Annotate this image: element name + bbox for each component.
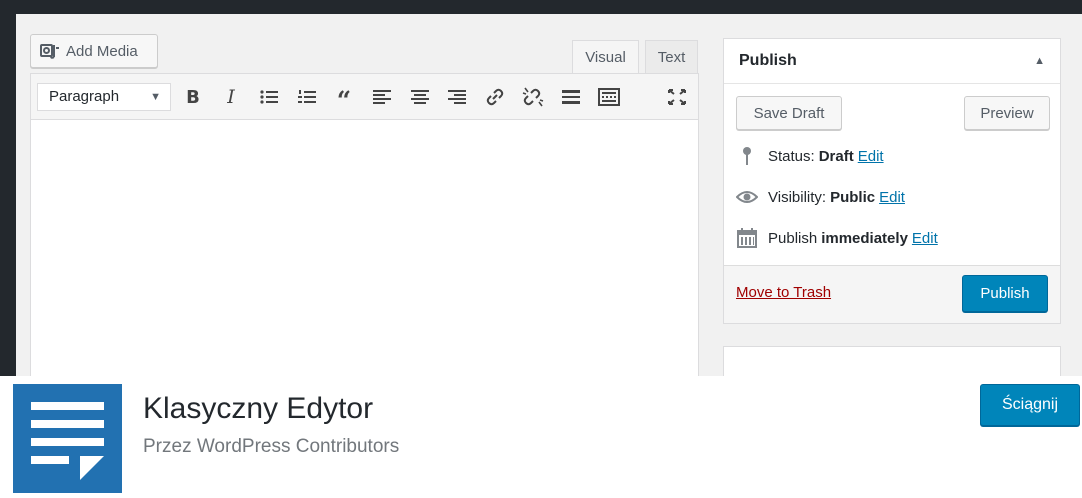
tab-text[interactable]: Text <box>645 40 698 73</box>
eye-icon <box>736 187 758 207</box>
status-value: Draft <box>818 147 854 165</box>
toolbar-toggle-icon[interactable] <box>598 87 620 107</box>
read-more-icon[interactable] <box>560 87 582 107</box>
visibility-row: Visibility: Public Edit <box>736 186 905 208</box>
preview-button[interactable]: Preview <box>964 96 1050 130</box>
italic-icon[interactable]: I <box>220 86 242 108</box>
publish-button[interactable]: Publish <box>962 275 1048 312</box>
align-right-icon[interactable] <box>446 87 468 107</box>
schedule-row: Publish immediately Edit <box>736 227 938 249</box>
fullscreen-icon[interactable] <box>666 87 688 107</box>
tab-visual[interactable]: Visual <box>572 40 639 73</box>
publish-box: Publish ▲ Save Draft Preview Status: Dra… <box>723 38 1061 324</box>
classic-editor-screenshot: Add Media Visual Text Paragraph ▼ B I “ <box>16 14 1082 376</box>
remove-link-icon[interactable] <box>522 87 544 107</box>
bulleted-list-icon[interactable] <box>258 87 280 107</box>
calendar-icon <box>736 228 758 248</box>
visibility-label: Visibility: <box>768 188 827 206</box>
edit-visibility-link[interactable]: Edit <box>879 189 905 206</box>
format-select[interactable]: Paragraph ▼ <box>37 83 171 111</box>
download-button[interactable]: Ściągnij <box>980 384 1080 426</box>
publish-box-title: Publish <box>739 52 797 69</box>
plugin-author: Przez WordPress Contributors <box>143 436 400 457</box>
editor-content-area[interactable]: Paragraph ▼ B I “ <box>30 73 699 376</box>
align-center-icon[interactable] <box>409 87 431 107</box>
bold-icon[interactable]: B <box>182 87 204 108</box>
chevron-down-icon: ▼ <box>150 91 161 103</box>
editor-toolbar: Paragraph ▼ B I “ <box>31 74 698 120</box>
add-media-button[interactable]: Add Media <box>30 34 158 68</box>
visibility-value: Public <box>830 188 876 206</box>
align-left-icon[interactable] <box>371 87 393 107</box>
status-label: Status: <box>768 147 815 165</box>
publish-box-header[interactable]: Publish ▲ <box>724 39 1060 84</box>
plugin-info-bar: Klasyczny Edytor Przez WordPress Contrib… <box>0 376 1082 498</box>
collapse-arrow-icon[interactable]: ▲ <box>1034 55 1045 67</box>
schedule-value: immediately <box>821 229 908 247</box>
pin-icon <box>736 146 758 166</box>
edit-status-link[interactable]: Edit <box>858 148 884 165</box>
add-media-label: Add Media <box>66 42 138 60</box>
classic-editor-logo <box>13 384 122 493</box>
move-to-trash-link[interactable]: Move to Trash <box>736 284 831 301</box>
edit-schedule-link[interactable]: Edit <box>912 230 938 247</box>
format-select-value: Paragraph <box>49 88 120 105</box>
next-meta-box <box>723 346 1061 376</box>
add-media-icon <box>40 44 59 59</box>
plugin-name[interactable]: Klasyczny Edytor <box>143 392 373 426</box>
insert-link-icon[interactable] <box>484 87 506 107</box>
save-draft-button[interactable]: Save Draft <box>736 96 842 130</box>
blockquote-icon[interactable]: “ <box>333 87 355 113</box>
status-row: Status: Draft Edit <box>736 145 884 167</box>
schedule-label: Publish <box>768 229 818 247</box>
publish-box-footer: Move to Trash Publish <box>724 265 1060 323</box>
numbered-list-icon[interactable] <box>296 87 318 107</box>
